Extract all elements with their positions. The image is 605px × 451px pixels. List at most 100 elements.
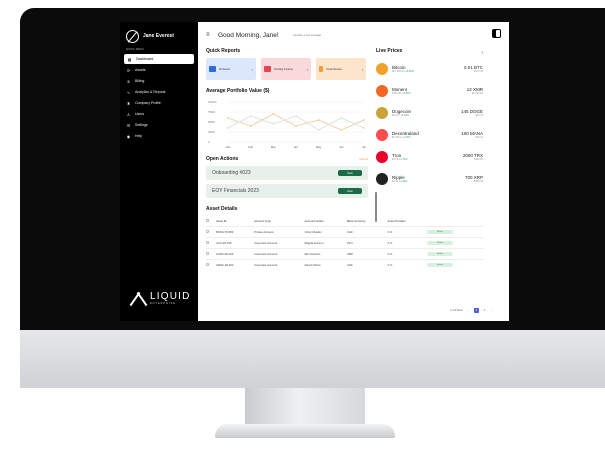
- table-cell: GBP: [347, 251, 353, 256]
- table-cell: Private Account: [254, 229, 274, 234]
- checkbox[interactable]: [206, 251, 209, 255]
- column-header[interactable]: Asset ID: [216, 216, 254, 226]
- coin-price: $0.50: [392, 180, 399, 183]
- select-all-cell[interactable]: [206, 216, 216, 226]
- sidebar-item-dashboard[interactable]: ▦ Dashboard: [124, 54, 194, 64]
- column-header[interactable]: Account Type: [254, 216, 305, 226]
- coin-row[interactable]: Dogecoin $0.074 +2.10% 145 DOGE $10.73: [376, 102, 483, 124]
- page-button[interactable]: 1: [474, 308, 479, 313]
- table-cell: Corporate Account: [254, 262, 278, 267]
- data-point: [340, 129, 343, 131]
- checkbox[interactable]: [206, 262, 209, 266]
- coin-price-line: $0.074 +2.10%: [392, 114, 457, 117]
- table-cell: Corporate Account: [254, 240, 278, 245]
- message-input[interactable]: [292, 31, 353, 39]
- checkbox[interactable]: [206, 229, 209, 233]
- coin-price: $150.08: [392, 92, 402, 95]
- table-row[interactable]: AADX-28-293 Corporate Account Ebo Danofro G…: [206, 248, 484, 259]
- series-line: [227, 115, 365, 131]
- portfolio-chart-svg: 100000 75000 50000 25000 0 Jan Feb Mar Apr May Jun…: [208, 101, 366, 149]
- x-tick-label: Jun: [339, 145, 344, 149]
- user-profile[interactable]: Jane Everest: [120, 28, 198, 44]
- chevron-right-icon: ›: [306, 66, 308, 72]
- coin-holdings: 145 DOGE $10.73: [461, 109, 483, 117]
- table-row[interactable]: ACX-28-346 Corporate Account Magda Duran-n…: [206, 237, 484, 248]
- sidebar-item-billing[interactable]: $ Billing: [120, 76, 198, 86]
- dogecoin-icon: [376, 107, 388, 119]
- checkbox[interactable]: [206, 240, 209, 244]
- coin-row[interactable]: Tron $0.08 +1.71% 2000 TRX $160.00: [376, 146, 483, 168]
- sidebar-item-analytics[interactable]: ∿ Analytics & Reports: [120, 87, 198, 97]
- view-all-link[interactable]: View All: [359, 158, 368, 161]
- column-header[interactable]: Account Holder: [305, 216, 347, 226]
- coin-row[interactable]: Ripple $0.50 +1.60% 700 XRP $350.00: [376, 168, 483, 190]
- select-cell[interactable]: [206, 237, 216, 248]
- checkbox[interactable]: [206, 218, 209, 222]
- select-cell[interactable]: [206, 248, 216, 259]
- report-card-all-assets[interactable]: All Assets ›: [206, 58, 256, 80]
- sidebar-item-settings[interactable]: ☰ Settings: [120, 120, 198, 130]
- table-row[interactable]: BUSS-78-583 Private Account Victor Mueller…: [206, 226, 484, 237]
- coin-row[interactable]: Monero $150.08 +3.40% 12 XMR $1,800.96: [376, 80, 483, 102]
- next-page-button[interactable]: ›: [490, 308, 495, 313]
- table-cell: BUSS-78-583: [216, 229, 234, 234]
- table-cell: X.O: [387, 229, 393, 234]
- table-header-row: Asset ID Account Type Account Holder Bas…: [206, 216, 484, 226]
- x-tick-label: Mar: [271, 145, 276, 149]
- portfolio-chart: 100000 75000 50000 25000 0 Jan Feb Mar Apr May Jun…: [206, 98, 368, 150]
- device-toggle-icon[interactable]: [492, 29, 501, 38]
- sidebar-item-help[interactable]: ◉ Help: [120, 131, 198, 141]
- coin-row[interactable]: Decentraland $0.3412 +1.72% 100 MANA $34.12: [376, 124, 483, 146]
- coin-price: $0.074: [392, 114, 400, 117]
- status-cell: Active: [427, 226, 484, 237]
- coin-usd: $350.00: [473, 180, 483, 183]
- coin-change: +2.10%: [400, 114, 409, 117]
- sidebar-item-label: Analytics & Reports: [135, 90, 166, 94]
- sidebar-item-label: Users: [135, 112, 145, 116]
- coin-change: +1.72%: [401, 136, 411, 139]
- sidebar-item-users[interactable]: ♙ Users: [120, 109, 198, 119]
- page-button[interactable]: 2: [482, 308, 487, 313]
- select-cell[interactable]: [206, 226, 216, 237]
- select-cell[interactable]: [206, 259, 216, 270]
- status-cell: Active: [427, 237, 484, 248]
- monitor-stand-base: [215, 424, 395, 438]
- coin-row[interactable]: Bitcoin $27,345.45 +3.50% 0.01 BTC $273.45: [376, 58, 483, 80]
- menu-icon[interactable]: ≡: [206, 32, 216, 38]
- y-tick-label: 0: [208, 141, 210, 144]
- action-row[interactable]: Onboarding #023 Open: [206, 166, 368, 180]
- sidebar-item-label: Billing: [135, 79, 145, 83]
- status-badge: Active: [427, 241, 454, 245]
- sidebar-item-assets[interactable]: ⟳ Assets: [120, 65, 198, 75]
- coin-price-line: $0.50 +1.60%: [392, 180, 461, 183]
- table-cell: AADX-28-293: [216, 251, 234, 256]
- table-row[interactable]: AROF-28-304 Corporate Account David Olivan…: [206, 259, 484, 270]
- prev-page-button[interactable]: ‹: [466, 308, 471, 313]
- avatar: [126, 29, 139, 43]
- liquid-logo-mark: [132, 291, 148, 305]
- x-tick-label: Jan: [226, 145, 231, 149]
- coin-text: Decentraland $0.3412 +1.72%: [392, 131, 457, 139]
- report-card-under-review[interactable]: Under Review ›: [316, 58, 366, 80]
- x-tick-label: May: [316, 145, 322, 149]
- building-icon: ♜: [126, 100, 131, 106]
- sidebar-item-label: Settings: [135, 123, 148, 127]
- open-button[interactable]: Open: [338, 188, 362, 194]
- column-header[interactable]: Base Currency: [347, 216, 387, 226]
- sidebar-item-label: Assets: [135, 68, 146, 72]
- topbar: ≡ Good Morning, Jane!: [206, 28, 501, 42]
- column-header[interactable]: Asset Provider: [387, 216, 427, 226]
- status-cell: Active: [427, 259, 484, 270]
- table-cell: ACX-28-346: [216, 240, 232, 245]
- chevron-right-icon: ›: [251, 66, 253, 72]
- app-window: Jane Everest QUICK MENU ▦ Dashboard ⟳ As…: [120, 22, 509, 321]
- open-button[interactable]: Open: [338, 170, 362, 176]
- report-card-pending-invoices[interactable]: Pending Invoices ›: [261, 58, 311, 80]
- sidebar-item-company-profile[interactable]: ♜ Company Profile: [120, 98, 198, 108]
- chart-icon: ∿: [126, 89, 131, 95]
- x-tick-label: Jul: [362, 145, 366, 149]
- scrollbar[interactable]: [375, 192, 377, 222]
- logo-subtitle: ENTERPRISE: [150, 301, 176, 305]
- action-row[interactable]: EOY Financials 2023 Open: [206, 184, 368, 198]
- chevron-right-icon[interactable]: ›: [481, 50, 483, 56]
